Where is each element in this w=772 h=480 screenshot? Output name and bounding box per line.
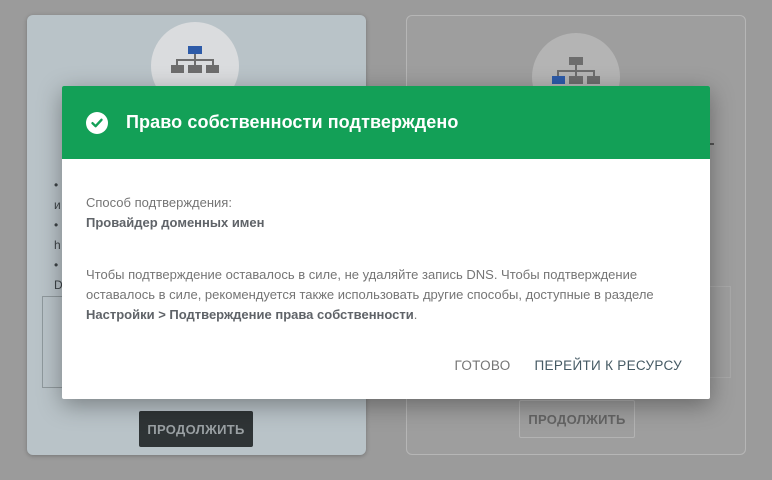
settings-path: Настройки > Подтверждение права собствен… [86,307,414,322]
divider [710,143,714,145]
dialog-body: Способ подтверждения: Провайдер доменных… [62,159,710,325]
dns-notice: Чтобы подтверждение оставалось в силе, н… [86,265,686,325]
method-label: Способ подтверждения: [86,195,232,210]
method-value: Провайдер доменных имен [86,215,265,230]
continue-button-right[interactable]: ПРОДОЛЖИТЬ [519,400,635,438]
dialog-header: Право собственности подтверждено [62,86,710,159]
notice-end: . [413,307,418,322]
dialog-title: Право собственности подтверждено [126,112,459,132]
page: • и • h • D ПРОДОЛЖИТЬ ПРОДОЛЖИТЬ Право … [0,0,772,480]
notice-text: Чтобы подтверждение оставалось в силе, н… [86,267,654,302]
ownership-verified-dialog: Право собственности подтверждено Способ … [62,86,710,399]
check-circle-icon [86,111,108,134]
done-button[interactable]: ГОТОВО [446,348,518,383]
sitemap-icon [171,46,219,73]
continue-button-left[interactable]: ПРОДОЛЖИТЬ [139,411,253,447]
go-to-property-button[interactable]: ПЕРЕЙТИ К РЕСУРСУ [527,348,690,383]
dialog-actions: ГОТОВО ПЕРЕЙТИ К РЕСУРСУ [446,348,690,383]
